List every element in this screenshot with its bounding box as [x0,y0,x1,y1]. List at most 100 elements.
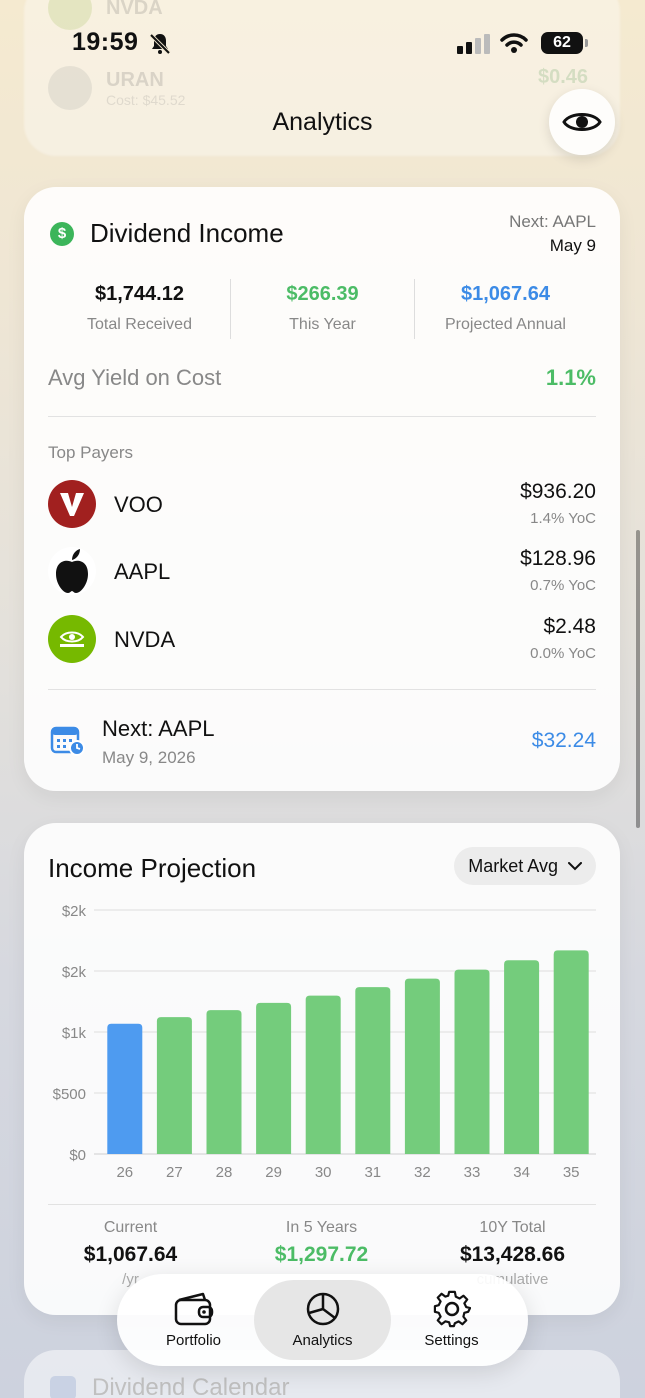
chart-bar [256,1002,292,1154]
chart-bar [504,960,540,1154]
divider [48,689,596,690]
footer-label: Current [103,1219,158,1236]
next-dividend-label: Next: AAPL [509,212,596,231]
payer-yoc: 0.0% YoC [530,645,596,662]
payer-ticker: NVDA [114,627,176,652]
next-payment-date: May 9, 2026 [102,748,196,767]
chart-bar [553,950,589,1154]
income-projection-title: Income Projection [48,853,257,883]
ghost-row-uran: URAN Cost: $45.52 [48,66,185,110]
income-projection-chart: $0 $500 $1k $2k $2k 26 27 28 29 30 31 32 33 34 35 [53,903,596,1181]
payer-row[interactable]: VOO $936.20 1.4% YoC [48,480,596,532]
divider [48,416,596,417]
gear-icon [383,1290,520,1328]
tab-label: Settings [424,1332,479,1349]
cellular-signal-icon [457,34,490,54]
chart-bar [206,1010,242,1154]
stat-value: $1,067.64 [461,283,550,305]
dividend-income-title: Dividend Income [90,218,284,248]
stat-label: Total Received [87,316,192,333]
tab-label: Analytics [292,1332,353,1349]
chart-bar [305,995,341,1154]
payer-yoc: 1.4% YoC [530,510,596,527]
y-tick-label: $2k [62,964,87,981]
payer-yoc: 0.7% YoC [530,577,596,594]
apple-logo [48,547,96,595]
tab-analytics[interactable]: Analytics [254,1280,391,1360]
chart-bar [355,987,391,1154]
footer-value: $1,297.72 [274,1243,369,1266]
battery-indicator: 62 [541,32,583,54]
y-tick-label: $2k [62,903,87,920]
x-tick-label: 35 [563,1164,580,1181]
wifi-icon [500,32,528,59]
x-tick-label: 31 [364,1164,381,1181]
nvidia-logo [48,615,96,663]
stat-value: $266.39 [286,283,359,305]
pie-chart-icon [254,1290,391,1328]
income-projection-card: Income Projection Market Avg $0 $500 $1k $2… [24,823,620,1315]
stat-projected-annual: $1,067.64 Projected Annual [414,283,597,334]
footer-value: $1,067.64 [83,1243,178,1266]
divider [48,1204,596,1205]
chart-bar [156,1017,192,1154]
x-tick-label: 33 [464,1164,481,1181]
payer-row[interactable]: NVDA $2.48 0.0% YoC [48,615,596,667]
y-tick-label: $0 [69,1147,86,1164]
ghost-ticker: NVDA [106,0,163,19]
y-tick-label: $1k [62,1025,87,1042]
eye-icon [562,113,602,131]
dollar-icon: $ [50,222,74,246]
tab-settings[interactable]: Settings [383,1280,520,1360]
x-tick-label: 26 [116,1164,133,1181]
payer-ticker: VOO [114,492,163,517]
battery-tip [585,39,588,47]
chart-bar [454,969,490,1154]
x-tick-label: 30 [315,1164,332,1181]
y-tick-label: $500 [53,1086,86,1103]
stat-label: This Year [289,316,356,333]
payer-amount: $936.20 [520,480,596,503]
dropdown-label: Market Avg [468,855,558,876]
footer-value: $13,428.66 [459,1243,566,1266]
tab-label: Portfolio [165,1332,222,1349]
wallet-icon [125,1290,262,1328]
next-dividend-date: May 9 [549,236,596,255]
yield-on-cost-label: Avg Yield on Cost [48,365,222,390]
x-tick-label: 34 [513,1164,530,1181]
status-bar: 19:59 62 [0,26,645,62]
scenario-dropdown[interactable]: Market Avg [454,847,596,885]
chevron-down-icon [568,861,582,870]
x-tick-label: 28 [216,1164,233,1181]
ghost-logo [48,66,92,110]
footer-label: In 5 Years [285,1219,358,1236]
tab-bar: Portfolio Analytics Settings [117,1274,528,1366]
tab-portfolio[interactable]: Portfolio [125,1280,262,1360]
ghost-sub: Cost: $45.52 [106,91,186,108]
footer-in-5-years: In 5 Years $1,297.72 [230,1219,413,1267]
calendar-clock-icon [50,724,86,761]
stat-value: $1,744.12 [95,283,184,305]
toggle-visibility-button[interactable] [549,89,615,155]
dividend-calendar-title: Dividend Calendar [92,1374,290,1398]
vanguard-logo [48,480,96,528]
chart-bar [404,978,440,1154]
scrollbar[interactable] [636,530,640,828]
payer-amount: $2.48 [543,615,596,638]
x-tick-label: 32 [414,1164,431,1181]
ghost-ticker: URAN [106,68,164,91]
payer-ticker: AAPL [114,559,171,584]
yield-on-cost-value: 1.1% [545,365,596,390]
ghost-value: $0.46 [538,66,589,88]
next-payment-amount: $32.24 [531,729,596,752]
next-payment-title: Next: AAPL [102,716,215,741]
calendar-icon [50,1376,76,1398]
top-payers-label: Top Payers [48,443,134,462]
payer-row[interactable]: AAPL $128.96 0.7% YoC [48,547,596,599]
stat-label: Projected Annual [445,316,566,333]
x-tick-label: 27 [166,1164,183,1181]
clock: 19:59 [72,28,139,56]
stat-total-received: $1,744.12 Total Received [48,283,231,334]
payer-amount: $128.96 [520,547,596,570]
dividend-income-card: $ Dividend Income Next: AAPL May 9 $1,74… [24,187,620,791]
